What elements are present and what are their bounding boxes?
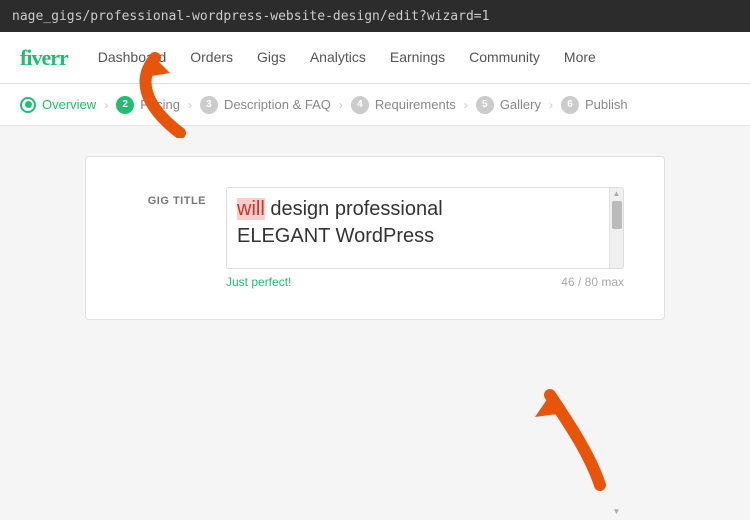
nav-item-community[interactable]: Community (469, 49, 540, 67)
breadcrumb-overview-label: Overview (42, 97, 96, 112)
highlighted-word: will (237, 198, 265, 220)
step-3-circle: 3 (200, 96, 218, 114)
separator-5: › (549, 98, 553, 112)
breadcrumb-requirements[interactable]: 4 Requirements (351, 96, 456, 114)
gig-title-wrapper: will design professional ELEGANT WordPre… (226, 187, 624, 289)
step-5-circle: 5 (476, 96, 494, 114)
breadcrumb-gallery[interactable]: 5 Gallery (476, 96, 541, 114)
separator-2: › (188, 98, 192, 112)
separator-3: › (339, 98, 343, 112)
nav-links: Dashboard Orders Gigs Analytics Earnings… (98, 49, 596, 67)
breadcrumb-description[interactable]: 3 Description & FAQ (200, 96, 331, 114)
step-6-circle: 6 (561, 96, 579, 114)
step-2-circle: 2 (116, 96, 134, 114)
overview-icon (20, 97, 36, 113)
form-footer: Just perfect! 46 / 80 max (226, 275, 624, 289)
breadcrumb-overview[interactable]: Overview (20, 97, 96, 113)
char-count: 46 / 80 max (561, 275, 624, 289)
gig-title-display[interactable]: will design professional ELEGANT WordPre… (227, 188, 609, 268)
form-card: GIG TITLE will design professional ELEGA… (85, 156, 665, 320)
scrollbar[interactable]: ▲ ▼ (609, 188, 623, 268)
breadcrumb-publish[interactable]: 6 Publish (561, 96, 628, 114)
scrollbar-thumb[interactable] (612, 201, 622, 229)
gig-title-label: GIG TITLE (126, 187, 206, 207)
breadcrumb-pricing[interactable]: 2 Pricing (116, 96, 180, 114)
breadcrumb-description-label: Description & FAQ (224, 97, 331, 112)
gig-title-row: GIG TITLE will design professional ELEGA… (126, 187, 624, 289)
step-4-circle: 4 (351, 96, 369, 114)
textarea-box: will design professional ELEGANT WordPre… (226, 187, 624, 269)
breadcrumb-gallery-label: Gallery (500, 97, 541, 112)
nav-item-gigs[interactable]: Gigs (257, 49, 286, 67)
nav-item-orders[interactable]: Orders (190, 49, 233, 67)
logo[interactable]: fiverr (20, 45, 68, 71)
feedback-text: Just perfect! (226, 275, 291, 289)
nav-item-analytics[interactable]: Analytics (310, 49, 366, 67)
separator-1: › (104, 98, 108, 112)
title-line2: ELEGANT WordPress (237, 225, 434, 247)
url-text: nage_gigs/professional-wordpress-website… (12, 9, 489, 24)
title-line1: design professional (270, 198, 442, 220)
url-bar: nage_gigs/professional-wordpress-website… (0, 0, 750, 32)
nav-item-dashboard[interactable]: Dashboard (98, 49, 167, 67)
breadcrumb: Overview › 2 Pricing › 3 Description & F… (0, 84, 750, 126)
nav-item-earnings[interactable]: Earnings (390, 49, 445, 67)
scrollbar-arrow-up: ▲ (613, 190, 621, 198)
navbar: fiverr Dashboard Orders Gigs Analytics E… (0, 32, 750, 84)
separator-4: › (464, 98, 468, 112)
breadcrumb-publish-label: Publish (585, 97, 628, 112)
main-content: GIG TITLE will design professional ELEGA… (0, 126, 750, 520)
nav-item-more[interactable]: More (564, 49, 596, 67)
breadcrumb-requirements-label: Requirements (375, 97, 456, 112)
breadcrumb-pricing-label: Pricing (140, 97, 180, 112)
